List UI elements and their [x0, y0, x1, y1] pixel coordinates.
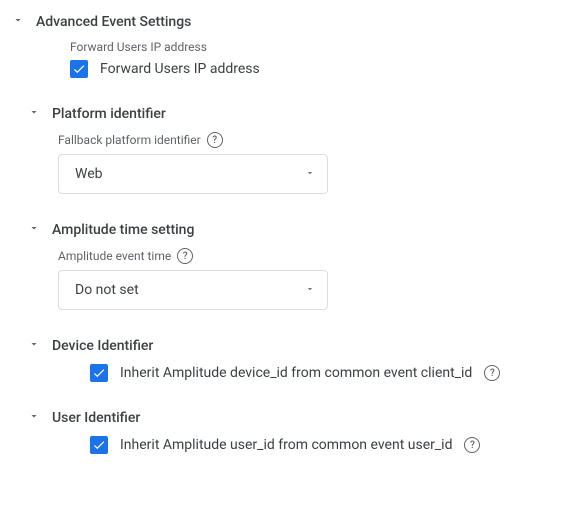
forward-ip-label: Forward Users IP address: [70, 40, 588, 54]
amplitude-time-title: Amplitude time setting: [52, 222, 194, 238]
inherit-user-id-checkbox[interactable]: [90, 436, 108, 454]
forward-ip-checkbox[interactable]: [70, 60, 88, 78]
amplitude-event-time-select[interactable]: Do not set: [58, 270, 328, 310]
fallback-platform-value: Web: [75, 166, 103, 182]
advanced-settings-title: Advanced Event Settings: [36, 14, 191, 30]
inherit-device-id-label: Inherit Amplitude device_id from common …: [120, 365, 472, 381]
platform-identifier-title: Platform identifier: [52, 106, 166, 122]
amplitude-event-time-value: Do not set: [75, 282, 139, 298]
user-identifier-title: User Identifier: [52, 410, 140, 426]
platform-identifier-header[interactable]: Platform identifier: [28, 106, 588, 122]
inherit-device-id-checkbox[interactable]: [90, 364, 108, 382]
forward-ip-checkbox-label: Forward Users IP address: [100, 61, 260, 77]
chevron-down-icon: [28, 410, 40, 426]
amplitude-event-time-label: Amplitude event time: [58, 249, 171, 263]
inherit-user-id-label: Inherit Amplitude user_id from common ev…: [120, 437, 452, 453]
fallback-platform-label: Fallback platform identifier: [58, 133, 201, 147]
help-icon[interactable]: ?: [177, 248, 193, 264]
help-icon[interactable]: ?: [464, 437, 480, 453]
help-icon[interactable]: ?: [484, 365, 500, 381]
chevron-down-icon: [12, 14, 24, 30]
help-icon[interactable]: ?: [207, 132, 223, 148]
amplitude-time-header[interactable]: Amplitude time setting: [28, 222, 588, 238]
chevron-down-icon: [28, 338, 40, 354]
advanced-settings-header[interactable]: Advanced Event Settings: [12, 8, 588, 36]
dropdown-arrow-icon: [305, 166, 315, 182]
dropdown-arrow-icon: [305, 282, 315, 298]
user-identifier-header[interactable]: User Identifier: [28, 410, 588, 426]
chevron-down-icon: [28, 222, 40, 238]
device-identifier-title: Device Identifier: [52, 338, 153, 354]
device-identifier-header[interactable]: Device Identifier: [28, 338, 588, 354]
fallback-platform-select[interactable]: Web: [58, 154, 328, 194]
chevron-down-icon: [28, 106, 40, 122]
